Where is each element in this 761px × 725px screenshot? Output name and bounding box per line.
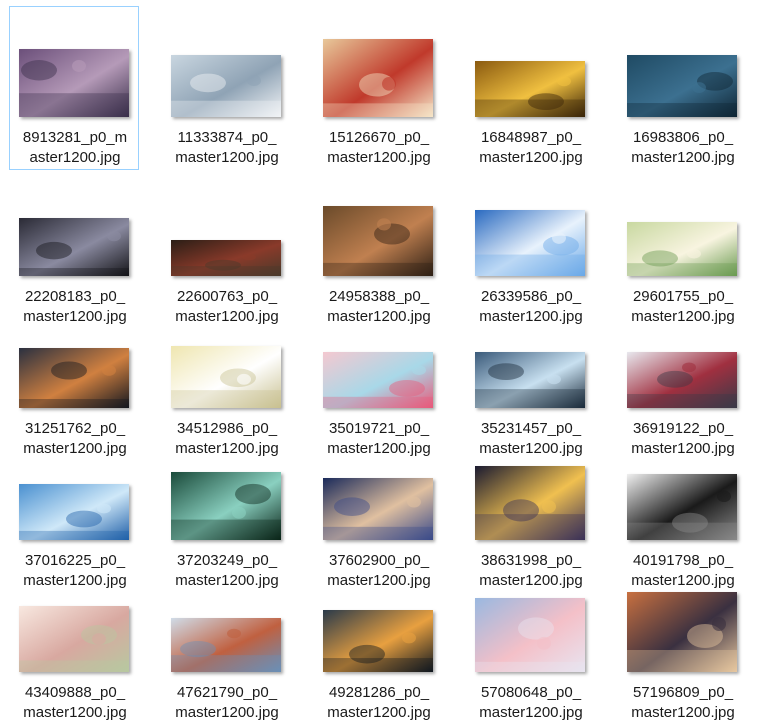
dusk-figures-image-icon <box>19 348 129 408</box>
sunny-garden-image-icon <box>627 222 737 276</box>
file-name-label: 16983806_p0_ master1200.jpg <box>612 128 754 168</box>
pink-clouds-image-icon <box>475 598 585 672</box>
file-item[interactable]: 8913281_p0_m aster1200.jpg <box>9 6 139 170</box>
golden-light-image-icon <box>475 61 585 117</box>
file-name-line1: 15126670_p0_ <box>328 129 430 146</box>
food-table-image-icon <box>323 39 433 117</box>
crowd-feast-image-icon <box>323 206 433 276</box>
file-name-label: 49281286_p0_ master1200.jpg <box>308 683 450 723</box>
city-skyline-image-icon <box>19 49 129 117</box>
file-item[interactable]: 15126670_p0_ master1200.jpg <box>313 6 443 170</box>
file-name-line1: 16848987_p0_ <box>480 129 582 146</box>
file-name-line1: 49281286_p0_ <box>328 684 430 701</box>
file-name-line2: master1200.jpg <box>175 704 279 721</box>
birds-flight-image-icon <box>323 478 433 540</box>
file-name-label: 57080648_p0_ master1200.jpg <box>460 683 602 723</box>
floral-girl-image-icon <box>19 606 129 672</box>
file-name-line2: master1200.jpg <box>23 704 127 721</box>
blue-window-image-icon <box>19 484 129 540</box>
file-item[interactable]: 57080648_p0_ master1200.jpg <box>465 561 595 725</box>
night-castle-image-icon <box>323 610 433 672</box>
forest-light-image-icon <box>171 472 281 540</box>
dark-flowers-image-icon <box>171 240 281 276</box>
sky-clouds-image-icon <box>475 210 585 276</box>
file-name-label: 47621790_p0_ master1200.jpg <box>156 683 298 723</box>
dark-sea-image-icon <box>627 55 737 117</box>
file-name-line1: 16983806_p0_ <box>632 129 734 146</box>
file-name-line1: 47621790_p0_ <box>176 684 278 701</box>
file-name-label: 57196809_p0_ master1200.jpg <box>612 683 754 723</box>
file-name-line2: master1200.jpg <box>631 704 735 721</box>
file-item[interactable]: 11333874_p0_ master1200.jpg <box>161 6 291 170</box>
file-name-label: 8913281_p0_m aster1200.jpg <box>4 128 146 168</box>
file-name-line2: master1200.jpg <box>479 704 583 721</box>
file-name-label: 11333874_p0_ master1200.jpg <box>156 128 298 168</box>
black-coat-image-icon <box>627 474 737 540</box>
crystal-ruins-image-icon <box>475 352 585 408</box>
file-name-label: 16848987_p0_ master1200.jpg <box>460 128 602 168</box>
file-item[interactable]: 16983806_p0_ master1200.jpg <box>617 6 747 170</box>
file-name-label: 43409888_p0_ master1200.jpg <box>4 683 146 723</box>
street-scene-image-icon <box>627 592 737 672</box>
file-item[interactable]: 49281286_p0_ master1200.jpg <box>313 561 443 725</box>
coastal-town-image-icon <box>171 618 281 672</box>
file-name-line1: 8913281_p0_m <box>22 129 128 146</box>
file-name-line1: 43409888_p0_ <box>24 684 126 701</box>
girl-sitting-image-icon <box>171 346 281 408</box>
file-item[interactable]: 16848987_p0_ master1200.jpg <box>465 6 595 170</box>
file-name-line1: 11333874_p0_ <box>177 129 277 146</box>
pastel-room-image-icon <box>323 352 433 408</box>
file-name-line2: master1200.jpg <box>327 704 431 721</box>
silhouettes-image-icon <box>19 218 129 276</box>
file-name-line1: 57196809_p0_ <box>632 684 734 701</box>
file-name-label: 15126670_p0_ master1200.jpg <box>308 128 450 168</box>
file-grid: 8913281_p0_m aster1200.jpg 11333874_p0_ mas… <box>0 0 761 721</box>
cluttered-room-image-icon <box>627 352 737 408</box>
snowy-mountain-image-icon <box>171 55 281 117</box>
umbrella-night-image-icon <box>475 466 585 540</box>
file-item[interactable]: 43409888_p0_ master1200.jpg <box>9 561 139 725</box>
file-item[interactable]: 47621790_p0_ master1200.jpg <box>161 561 291 725</box>
file-item[interactable]: 57196809_p0_ master1200.jpg <box>617 561 747 725</box>
file-name-line1: 57080648_p0_ <box>480 684 582 701</box>
